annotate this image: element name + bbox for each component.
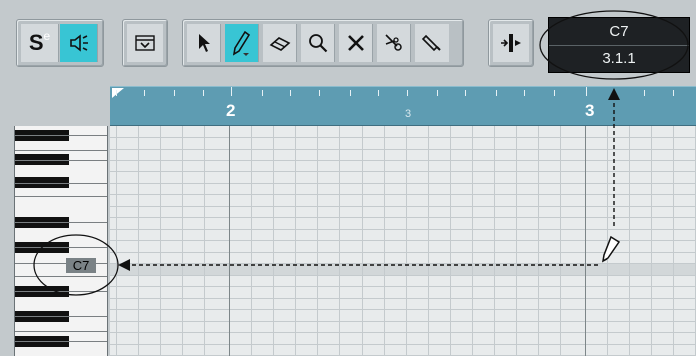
solo-acoustic-group: S e — [16, 19, 104, 67]
scissors-tool-button[interactable] — [377, 24, 411, 62]
mute-tool-button[interactable] — [339, 24, 373, 62]
solo-superscript: e — [43, 29, 51, 43]
solo-label: S — [28, 30, 44, 55]
eraser-tool-button[interactable] — [263, 24, 297, 62]
pencil-tool-button[interactable] — [225, 24, 259, 62]
autoscroll-icon — [501, 34, 521, 52]
glue-tool-button[interactable] — [415, 24, 449, 62]
arrow-tool-button[interactable] — [187, 24, 221, 62]
magnifier-tool-button[interactable] — [301, 24, 335, 62]
speaker-icon — [69, 34, 88, 52]
autoscroll-button[interactable] — [493, 24, 529, 62]
magnifier-icon — [308, 34, 327, 53]
ruler-bar-3: 3 — [585, 101, 595, 120]
keyboard-note-label: C7 — [66, 258, 96, 273]
autoscroll-group — [488, 19, 534, 67]
start-marker-icon — [112, 88, 124, 98]
ruler-beat-label: 3 — [405, 108, 412, 120]
ruler-corner — [0, 86, 110, 126]
mouse-position-display: C7 3.1.1 — [548, 17, 690, 73]
piano-keyboard[interactable] — [14, 126, 108, 356]
mouse-pitch-readout: C7 — [549, 18, 689, 46]
show-info-button[interactable] — [127, 24, 163, 62]
tools-group — [182, 19, 464, 67]
ruler[interactable]: 2 3 3 — [110, 86, 696, 127]
highlighted-pitch-row — [110, 264, 696, 275]
pencil-icon — [232, 30, 250, 56]
acoustic-feedback-button[interactable] — [60, 24, 98, 62]
cross-icon — [347, 35, 364, 51]
toolbar: S e C7 3.1.1 — [0, 0, 696, 86]
ruler-bar-2: 2 — [226, 101, 236, 120]
mouse-position-readout: 3.1.1 — [602, 50, 636, 67]
info-icon — [135, 35, 155, 51]
solo-editor-button[interactable]: S e — [21, 24, 59, 62]
arrow-icon — [198, 34, 210, 52]
info-group — [122, 19, 168, 67]
note-grid[interactable] — [110, 126, 696, 356]
glue-tube-icon — [421, 34, 441, 52]
eraser-icon — [269, 37, 290, 51]
scissors-icon — [384, 34, 402, 51]
